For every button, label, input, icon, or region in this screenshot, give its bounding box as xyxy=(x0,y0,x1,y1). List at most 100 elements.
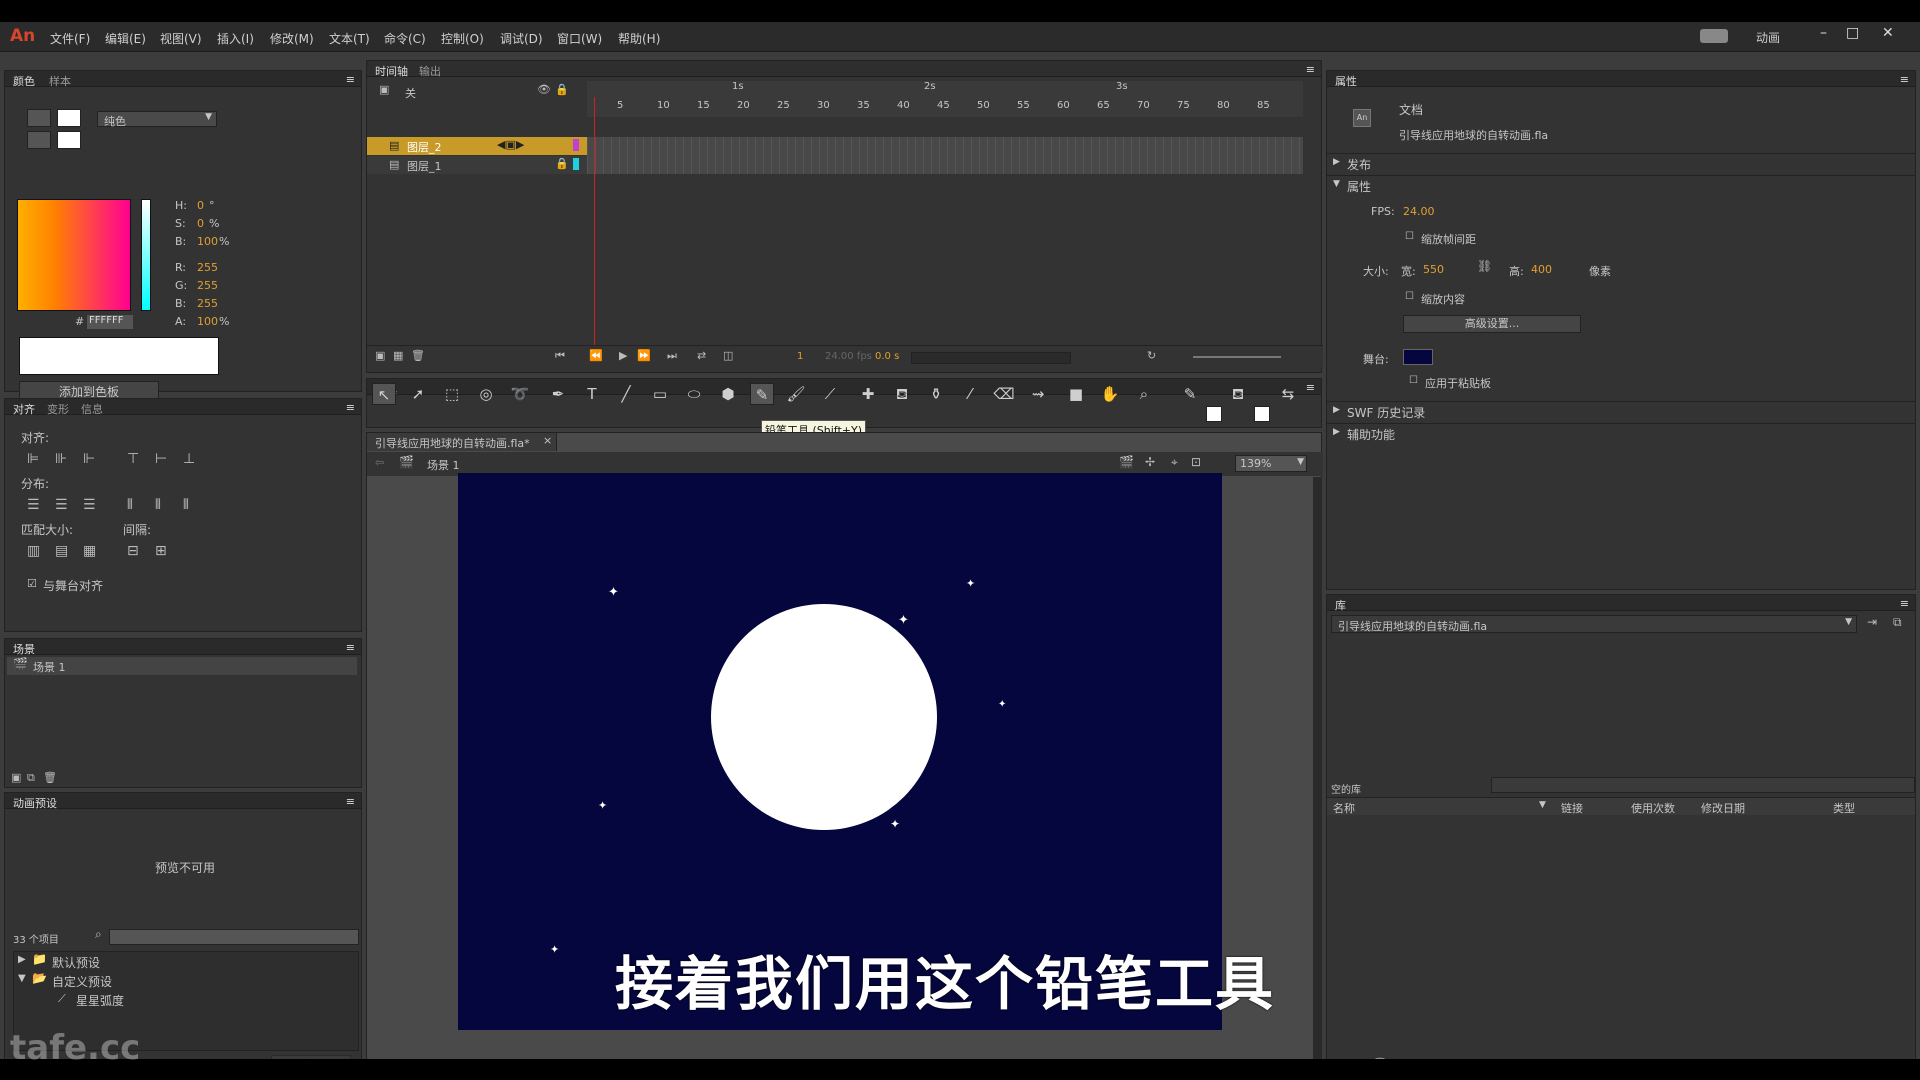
chevron-right-icon[interactable]: ▶ xyxy=(18,954,26,965)
column-name[interactable]: 名称 xyxy=(1333,800,1355,816)
new-folder-icon[interactable]: ▦ xyxy=(393,349,403,362)
rectangle-tool-icon[interactable]: ▭ xyxy=(648,383,672,405)
vertical-scrollbar[interactable] xyxy=(1313,477,1322,1059)
publish-section-header[interactable]: ▶ 发布 xyxy=(1327,153,1915,173)
panel-menu-icon[interactable]: ≡ xyxy=(346,795,355,808)
eraser-tool-icon[interactable]: ⌫ xyxy=(992,383,1016,405)
lasso-tool-icon[interactable]: ➰ xyxy=(508,383,532,405)
width-tool-icon[interactable]: ⇝ xyxy=(1026,383,1050,405)
swap-colors-icon[interactable]: ⇆ xyxy=(1276,383,1300,405)
saturation-value[interactable]: 0 xyxy=(197,217,204,230)
match-height-icon[interactable]: ▤ xyxy=(55,543,68,559)
tab-transform[interactable]: 变形 xyxy=(47,401,69,417)
eye-icon[interactable]: 👁 xyxy=(537,83,551,96)
menu-help[interactable]: 帮助(H) xyxy=(618,30,660,47)
distribute-right-icon[interactable]: ⫴ xyxy=(183,497,189,513)
fill-color-tool-icon[interactable]: ⛾ xyxy=(1226,383,1250,405)
menu-file[interactable]: 文件(F) xyxy=(50,30,90,47)
sync-icon[interactable] xyxy=(1700,29,1728,43)
properties-section-header[interactable]: ▼ 属性 xyxy=(1327,175,1915,195)
hue-value[interactable]: 0 xyxy=(197,199,204,212)
menu-view[interactable]: 视图(V) xyxy=(160,30,202,47)
green-value[interactable]: 255 xyxy=(197,279,218,292)
match-width-icon[interactable]: ▥ xyxy=(27,543,40,559)
library-search-input[interactable] xyxy=(1491,777,1915,793)
lock-icon[interactable]: 🔒 xyxy=(555,83,569,96)
new-folder-icon[interactable]: ▦ xyxy=(1345,1057,1355,1059)
apply-button[interactable]: 应用 xyxy=(271,1055,351,1059)
refresh-icon[interactable]: ↻ xyxy=(1147,349,1156,362)
stage-color-swatch[interactable] xyxy=(1403,349,1433,365)
panel-menu-icon[interactable]: ≡ xyxy=(1900,597,1909,610)
moon-shape[interactable] xyxy=(711,604,937,830)
scale-spacing-checkbox[interactable]: ☐ xyxy=(1405,231,1414,242)
menu-edit[interactable]: 编辑(E) xyxy=(105,30,146,47)
fill-color-chip[interactable] xyxy=(1254,406,1270,422)
edit-scene-icon[interactable]: 🎬 xyxy=(1119,455,1134,469)
height-value[interactable]: 400 xyxy=(1531,263,1552,276)
paint-bucket-tool-icon[interactable]: ⛾ xyxy=(890,383,914,405)
menu-insert[interactable]: 插入(I) xyxy=(217,30,254,47)
last-frame-icon[interactable]: ⏭ xyxy=(667,349,677,363)
minimize-icon[interactable]: – xyxy=(1820,25,1827,41)
scene-row[interactable]: 🎬 场景 1 xyxy=(7,657,357,675)
default-presets-folder[interactable]: 默认预设 xyxy=(52,954,100,971)
menu-window[interactable]: 窗口(W) xyxy=(557,30,602,47)
polystar-tool-icon[interactable]: ⬢ xyxy=(716,383,740,405)
link-icon[interactable]: ⛓ xyxy=(1477,259,1492,273)
color-picker-field[interactable] xyxy=(17,199,131,311)
tab-library[interactable]: 库 xyxy=(1335,597,1346,613)
panel-menu-icon[interactable]: ≡ xyxy=(346,73,355,86)
bone-tool-icon[interactable]: ✚ xyxy=(856,383,880,405)
camera-tool-icon[interactable]: ■ xyxy=(1064,383,1088,405)
lock-icon[interactable]: 🔒 xyxy=(555,157,569,170)
panel-menu-icon[interactable]: ≡ xyxy=(1306,63,1315,76)
add-scene-icon[interactable]: ▣ xyxy=(11,771,21,784)
red-value[interactable]: 255 xyxy=(197,261,218,274)
pen-tool-icon[interactable]: ✒ xyxy=(546,383,570,405)
clip-center-icon[interactable]: ⊡ xyxy=(1191,455,1201,469)
panel-menu-icon[interactable]: ≡ xyxy=(346,401,355,414)
fill-type-select[interactable]: 纯色 ▼ xyxy=(97,111,217,128)
stroke-color-tool-icon[interactable]: ✎ xyxy=(1178,383,1202,405)
menu-debug[interactable]: 调试(D) xyxy=(500,30,543,47)
edit-symbol-icon[interactable]: ✢ xyxy=(1145,455,1155,469)
tab-timeline[interactable]: 时间轴 xyxy=(375,63,408,79)
brightness-value[interactable]: 100 xyxy=(197,235,218,248)
accessibility-section-header[interactable]: ▶ 辅助功能 xyxy=(1327,423,1915,443)
tab-swatches[interactable]: 样本 xyxy=(49,73,71,89)
layer-row-selected[interactable]: ▤ 图层_2 ◀▣▶ xyxy=(367,137,587,155)
hex-input[interactable]: FFFFFF xyxy=(87,315,133,329)
free-transform-tool-icon[interactable]: ⬚ xyxy=(440,383,464,405)
menu-text[interactable]: 文本(T) xyxy=(329,30,370,47)
zoom-select[interactable]: 139% ▼ xyxy=(1235,455,1307,472)
snap-icon[interactable]: ⌖ xyxy=(1171,455,1178,470)
stroke-color-chip[interactable] xyxy=(1206,406,1222,422)
chevron-down-icon[interactable]: ▼ xyxy=(18,973,26,984)
brush-tool-icon[interactable]: ⟋ xyxy=(818,383,842,405)
preset-item[interactable]: 星星弧度 xyxy=(76,992,124,1009)
distribute-bottom-icon[interactable]: ☰ xyxy=(83,497,96,513)
close-icon[interactable]: ✕ xyxy=(1882,25,1894,41)
subselection-tool-icon[interactable]: ➚ xyxy=(406,383,430,405)
new-symbol-icon[interactable]: ▣ xyxy=(1331,1057,1341,1059)
tab-properties[interactable]: 属性 xyxy=(1335,73,1357,89)
paint-brush-tool-icon[interactable]: 🖌 xyxy=(784,383,808,405)
close-tab-icon[interactable]: × xyxy=(543,434,552,447)
current-frame[interactable]: 1 xyxy=(797,351,803,362)
align-left-icon[interactable]: ⊫ xyxy=(27,451,39,467)
fill-color-swatch[interactable] xyxy=(57,131,81,149)
distribute-vcenter-icon[interactable]: ☰ xyxy=(55,497,68,513)
tab-motion-presets[interactable]: 动画预设 xyxy=(13,795,57,811)
column-date-modified[interactable]: 修改日期 xyxy=(1701,800,1745,816)
step-back-icon[interactable]: ⏪ xyxy=(589,349,603,362)
maximize-icon[interactable]: □ xyxy=(1846,25,1859,41)
hand-tool-icon[interactable]: ✋ xyxy=(1098,383,1122,405)
3d-rotation-tool-icon[interactable]: ◎ xyxy=(474,383,498,405)
space-horizontal-icon[interactable]: ⊞ xyxy=(155,543,167,559)
preset-search-input[interactable] xyxy=(109,929,359,945)
document-tab[interactable]: 引导线应用地球的自转动画.fla* × xyxy=(367,433,557,451)
space-vertical-icon[interactable]: ⊟ xyxy=(127,543,139,559)
stroke-color-swatch[interactable] xyxy=(57,109,81,127)
delete-icon[interactable]: 🗑 xyxy=(1373,1057,1387,1059)
